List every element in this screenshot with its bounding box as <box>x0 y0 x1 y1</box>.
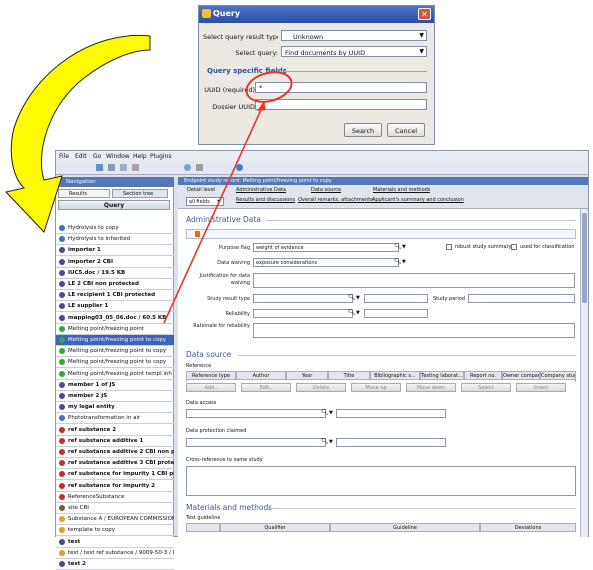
red-connector <box>163 100 266 324</box>
yellow-arrow <box>5 34 151 233</box>
annotation-overlay <box>5 34 293 324</box>
red-circle <box>245 71 293 103</box>
list-item-label: test <box>68 538 81 545</box>
document-icon <box>59 538 65 545</box>
list-item[interactable]: test <box>56 537 174 548</box>
list-item[interactable]: test / test ref substance / 9009-50-3 / … <box>56 548 174 559</box>
document-icon <box>59 561 65 567</box>
list-item-label: test / test ref substance / 9009-50-3 / … <box>68 549 174 556</box>
list-item[interactable]: test 2 <box>56 559 174 570</box>
list-item-label: test 2 <box>68 561 87 567</box>
document-icon <box>59 549 65 556</box>
